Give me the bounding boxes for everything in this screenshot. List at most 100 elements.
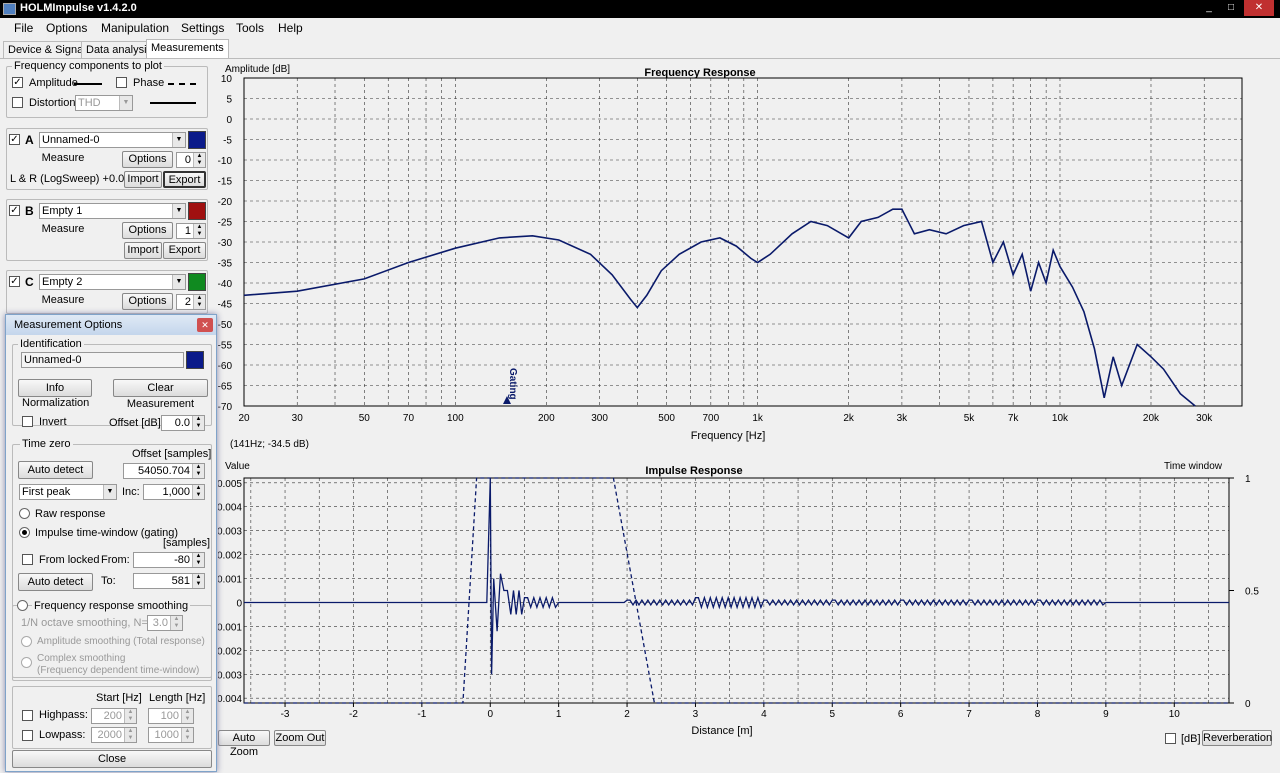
normalization-label: Normalization <box>20 397 92 409</box>
dialog-close-icon[interactable]: ✕ <box>197 318 213 332</box>
minimize-button[interactable]: _ <box>1198 0 1220 16</box>
channel-c-spin[interactable]: 2 ▲ ▼ <box>176 294 206 310</box>
channel-c-measure-button[interactable]: Measure <box>8 293 118 310</box>
channel-a-checkbox[interactable]: ✓ <box>9 134 20 145</box>
samples-label: [samples] <box>163 537 211 549</box>
frequency-xtick-label: 70 <box>403 413 415 424</box>
frequency-xtick-label: 20k <box>1143 413 1160 424</box>
frequency-response-chart[interactable]: Amplitude [dB] Frequency Response Freque… <box>218 60 1278 455</box>
frequency-curve-a <box>243 208 1196 407</box>
maximize-button[interactable]: □ <box>1220 0 1242 16</box>
highpass-checkbox[interactable] <box>22 710 33 721</box>
smoothing-radio[interactable] <box>17 600 28 611</box>
amplitude-checkbox[interactable]: ✓ <box>12 77 23 88</box>
time-window-curve <box>244 477 1229 704</box>
channel-b-measure-button[interactable]: Measure <box>8 222 118 239</box>
channel-a-color-swatch[interactable] <box>188 131 206 149</box>
to-value: 581 <box>171 575 190 587</box>
from-spin[interactable]: -80 ▲ ▼ <box>133 552 205 568</box>
spin-arrows-icon: ▲ ▼ <box>193 224 205 238</box>
inc-value: 1,000 <box>162 486 190 498</box>
frequency-xtick-label: 700 <box>702 413 719 424</box>
raw-response-radio[interactable] <box>19 508 30 519</box>
impulse-xtick-label: -2 <box>349 709 358 720</box>
auto-detect-window-button[interactable]: Auto detect <box>18 573 93 591</box>
complex-smoothing-radio[interactable] <box>21 657 32 668</box>
channel-b-spin[interactable]: 1 ▲ ▼ <box>176 223 206 239</box>
channel-a-export-button[interactable]: Export <box>163 171 206 188</box>
phase-checkbox[interactable] <box>116 77 127 88</box>
distortion-select[interactable]: THD ▼ <box>75 95 133 111</box>
identification-color-swatch[interactable] <box>186 351 204 369</box>
zoom-out-button[interactable]: Zoom Out <box>274 730 326 746</box>
amplitude-label: Amplitude <box>29 77 78 89</box>
from-locked-checkbox[interactable] <box>22 554 33 565</box>
impulse-xtick-label: -3 <box>281 709 290 720</box>
spin-arrows-icon: ▲ ▼ <box>192 464 204 478</box>
spin-arrows-icon: ▲ ▼ <box>124 709 136 723</box>
tab-measurements[interactable]: Measurements <box>146 39 229 58</box>
lowpass-length-spin[interactable]: 1000 ▲ ▼ <box>148 727 194 743</box>
distortion-select-value: THD <box>78 97 101 109</box>
channel-b-export-button[interactable]: Export <box>163 242 206 259</box>
channel-b-checkbox[interactable]: ✓ <box>9 205 20 216</box>
impulse-ytick-label: -0.002 <box>218 646 242 657</box>
dialog-close-button[interactable]: Close <box>12 750 212 768</box>
channel-b-select[interactable]: Empty 1 ▼ <box>39 203 186 219</box>
channel-a-select[interactable]: Unnamed-0 ▼ <box>39 132 186 148</box>
channel-c-select[interactable]: Empty 2 ▼ <box>39 274 186 290</box>
impulse-xtick-label: 7 <box>966 709 972 720</box>
info-button[interactable]: Info <box>18 379 92 397</box>
highpass-start-spin[interactable]: 200 ▲ ▼ <box>91 708 137 724</box>
channel-a-measure-button[interactable]: Measure <box>8 151 118 168</box>
gating-radio[interactable] <box>19 527 30 538</box>
highpass-length-spin[interactable]: 100 ▲ ▼ <box>148 708 194 724</box>
inc-spin[interactable]: 1,000 ▲ ▼ <box>143 484 205 500</box>
clear-measurement-button[interactable]: Clear Measurement <box>113 379 208 410</box>
channel-b-color-swatch[interactable] <box>188 202 206 220</box>
offset-db-spin[interactable]: 0.0 ▲ ▼ <box>161 415 205 431</box>
invert-checkbox[interactable] <box>22 416 33 427</box>
menu-manipulation[interactable]: Manipulation <box>101 21 169 35</box>
channel-c-checkbox[interactable]: ✓ <box>9 276 20 287</box>
identification-input[interactable]: Unnamed-0 <box>21 352 184 368</box>
channel-a-info: L & R (LogSweep) +0.0dB <box>10 173 138 185</box>
tab-device-signal[interactable]: Device & Signal <box>3 41 91 58</box>
auto-detect-button[interactable]: Auto detect <box>18 461 93 479</box>
channel-b-options-button[interactable]: Options <box>122 222 173 239</box>
reverberation-button[interactable]: Reverberation <box>1202 730 1272 746</box>
frequency-ytick-label: -55 <box>218 341 232 352</box>
channel-a-options-button[interactable]: Options <box>122 151 173 168</box>
menu-tools[interactable]: Tools <box>236 21 264 35</box>
menu-file[interactable]: File <box>14 21 33 35</box>
close-window-button[interactable]: ✕ <box>1244 0 1274 16</box>
menu-help[interactable]: Help <box>278 21 303 35</box>
frequency-xtick-label: 20 <box>238 413 250 424</box>
lowpass-checkbox[interactable] <box>22 730 33 741</box>
channel-c-options-button[interactable]: Options <box>122 293 173 310</box>
menu-settings[interactable]: Settings <box>181 21 224 35</box>
offset-samples-spin[interactable]: 54050.704 ▲ ▼ <box>123 463 205 479</box>
invert-label: Invert <box>39 416 67 428</box>
distortion-checkbox[interactable] <box>12 97 23 108</box>
channel-a-import-button[interactable]: Import <box>124 171 162 188</box>
complex-smoothing-sublabel: (Frequency dependent time-window) <box>37 665 200 676</box>
channel-a-spin[interactable]: 0 ▲ ▼ <box>176 152 206 168</box>
to-spin[interactable]: 581 ▲ ▼ <box>133 573 205 589</box>
offset-db-label: Offset [dB]: <box>109 417 164 429</box>
lowpass-start-spin[interactable]: 2000 ▲ ▼ <box>91 727 137 743</box>
channel-b-spin-value: 1 <box>184 225 191 237</box>
peak-mode-select[interactable]: First peak ▼ <box>19 484 117 500</box>
chevron-down-icon: ▼ <box>172 275 185 289</box>
inc-label: Inc: <box>122 486 140 498</box>
amp-smoothing-radio[interactable] <box>21 636 32 647</box>
channel-a-letter: A <box>25 133 34 147</box>
auto-zoom-button[interactable]: Auto Zoom <box>218 730 270 758</box>
octave-spin[interactable]: 3.0 ▲ ▼ <box>147 615 183 631</box>
impulse-response-chart[interactable]: Value Time window Impulse Response Dista… <box>218 458 1278 748</box>
db-checkbox[interactable] <box>1165 733 1176 744</box>
channel-b-import-button[interactable]: Import <box>124 242 162 259</box>
channel-c-color-swatch[interactable] <box>188 273 206 291</box>
menu-options[interactable]: Options <box>46 21 87 35</box>
gating-label-text: Impulse time-window (gating) <box>35 527 179 539</box>
